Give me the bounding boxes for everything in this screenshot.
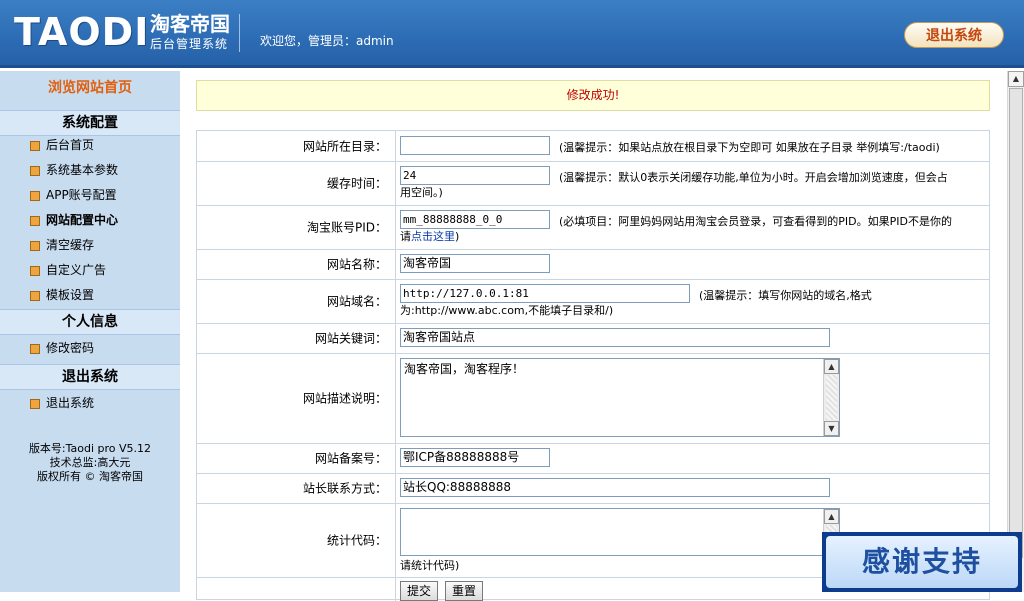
site-domain-label: 网站域名： <box>197 279 396 323</box>
reset-button[interactable]: 重置 <box>445 581 484 601</box>
taobao-pid-hint-line1: (必填项目：阿里妈妈网站用淘宝会员登录，可查看得到的PID。如果PID不是你的 <box>559 215 952 228</box>
site-dir-hint: (温馨提示：如果站点放在根目录下为空即可 如果放在子目录 举例填写:/taodi… <box>559 141 940 154</box>
icp-label: 网站备案号： <box>197 443 396 473</box>
form-row-site-keywords: 网站关键词： 淘客帝国站点 <box>197 323 989 354</box>
textarea-scrollbar[interactable]: ▲ ▼ <box>823 359 839 436</box>
stats-code-textarea[interactable]: ▲ <box>400 508 840 556</box>
bullet-icon <box>30 241 40 251</box>
sidebar-item-site-config[interactable]: 网站配置中心 <box>30 213 118 227</box>
logout-button[interactable]: 退出系统 <box>904 22 1004 48</box>
version-text: 版本号:Taodi pro V5.12 <box>28 442 152 455</box>
bullet-icon <box>30 291 40 301</box>
sidebar-section-system-config[interactable]: 系统配置 <box>0 110 180 136</box>
cache-time-hint-line2: 用空间。) <box>400 186 443 199</box>
sidebar-item-clear-cache[interactable]: 清空缓存 <box>30 238 94 252</box>
logo-subtitle: 后台管理系统 <box>150 37 229 51</box>
contact-label: 站长联系方式： <box>197 473 396 503</box>
page-scrollbar[interactable]: ▲ <box>1007 71 1024 592</box>
scroll-up-icon[interactable]: ▲ <box>824 359 839 374</box>
logo-divider <box>239 14 240 52</box>
stats-code-label: 统计代码： <box>197 503 396 577</box>
tech-director-text: 技术总监:高大元 <box>49 456 131 469</box>
success-notice: 修改成功! <box>196 80 990 111</box>
contact-input[interactable]: 站长QQ:88888888 <box>400 478 830 497</box>
sidebar-item-logout[interactable]: 退出系统 <box>30 396 94 410</box>
cache-time-hint-line1: (温馨提示：默认0表示关闭缓存功能,单位为小时。开启会增加浏览速度，但会占 <box>559 171 948 184</box>
thanks-support-badge: 感谢支持 <box>822 532 1022 592</box>
stats-code-hint: 请统计代码) <box>400 559 460 572</box>
form-row-icp: 网站备案号： 鄂ICP备88888888号 <box>197 443 989 474</box>
bullet-icon <box>30 344 40 354</box>
site-domain-hint-line2: 为:http://www.abc.com,不能填子目录和/) <box>400 304 614 317</box>
scroll-down-icon[interactable]: ▼ <box>824 421 839 436</box>
thanks-support-text: 感谢支持 <box>826 536 1018 588</box>
logo-text: TAODI <box>14 10 150 54</box>
taobao-pid-label: 淘宝账号PID： <box>197 205 396 249</box>
pid-help-link[interactable]: 点击这里 <box>411 230 455 243</box>
site-domain-input[interactable]: http://127.0.0.1:81 <box>400 284 690 303</box>
bullet-icon <box>30 399 40 409</box>
taobao-pid-hint-line2: 请点击这里) <box>400 230 460 243</box>
scroll-up-icon[interactable]: ▲ <box>824 509 839 524</box>
sidebar-item-admin-home[interactable]: 后台首页 <box>30 138 94 152</box>
site-description-label: 网站描述说明： <box>197 353 396 443</box>
site-keywords-label: 网站关键词： <box>197 323 396 353</box>
form-row-site-name: 网站名称： 淘客帝国 <box>197 249 989 280</box>
submit-button[interactable]: 提交 <box>400 581 439 601</box>
sidebar-item-custom-ads[interactable]: 自定义广告 <box>30 263 106 277</box>
bullet-icon <box>30 141 40 151</box>
sidebar-section-logout[interactable]: 退出系统 <box>0 364 180 390</box>
sidebar-item-change-password[interactable]: 修改密码 <box>30 341 94 355</box>
site-config-form: 网站所在目录： (温馨提示：如果站点放在根目录下为空即可 如果放在子目录 举例填… <box>196 130 990 601</box>
icp-input[interactable]: 鄂ICP备88888888号 <box>400 448 550 467</box>
site-dir-input[interactable] <box>400 136 550 155</box>
site-domain-hint-line1: (温馨提示：填写你网站的域名,格式 <box>699 289 872 302</box>
sidebar: 浏览网站首页 系统配置 后台首页 系统基本参数 APP账号配置 网站配置中心 清… <box>0 71 180 592</box>
cache-time-label: 缓存时间： <box>197 161 396 205</box>
sidebar-item-template-settings[interactable]: 模板设置 <box>30 288 94 302</box>
top-header: TAODI 淘客帝国 后台管理系统 欢迎您，管理员：admin 退出系统 <box>0 0 1024 68</box>
copyright-text: 版权所有 © 淘客帝国 <box>37 470 143 483</box>
sidebar-item-app-account[interactable]: APP账号配置 <box>30 188 117 202</box>
site-dir-label: 网站所在目录： <box>197 131 396 161</box>
form-row-cache-time: 缓存时间： 24 (温馨提示：默认0表示关闭缓存功能,单位为小时。开启会增加浏览… <box>197 161 989 206</box>
page-scroll-up-icon[interactable]: ▲ <box>1008 71 1024 87</box>
sidebar-home-link[interactable]: 浏览网站首页 <box>0 79 180 97</box>
logo-chinese-name: 淘客帝国 <box>150 12 230 36</box>
bullet-icon <box>30 216 40 226</box>
scroll-track[interactable] <box>826 375 837 420</box>
version-info: 版本号:Taodi pro V5.12 技术总监:高大元 版权所有 © 淘客帝国 <box>0 442 180 484</box>
page-scroll-thumb[interactable] <box>1009 88 1023 558</box>
bullet-icon <box>30 266 40 276</box>
form-row-site-domain: 网站域名： http://127.0.0.1:81 (温馨提示：填写你网站的域名… <box>197 279 989 324</box>
site-keywords-input[interactable]: 淘客帝国站点 <box>400 328 830 347</box>
form-row-contact: 站长联系方式： 站长QQ:88888888 <box>197 473 989 504</box>
actions-label-cell <box>197 577 396 601</box>
taobao-pid-input[interactable]: mm_88888888_0_0 <box>400 210 550 229</box>
sidebar-section-personal-info[interactable]: 个人信息 <box>0 309 180 335</box>
welcome-text: 欢迎您，管理员：admin <box>260 34 394 48</box>
form-row-site-dir: 网站所在目录： (温馨提示：如果站点放在根目录下为空即可 如果放在子目录 举例填… <box>197 131 989 162</box>
bullet-icon <box>30 191 40 201</box>
form-row-site-description: 网站描述说明： 淘客帝国，淘客程序！ ▲ ▼ <box>197 353 989 444</box>
form-row-taobao-pid: 淘宝账号PID： mm_88888888_0_0 (必填项目：阿里妈妈网站用淘宝… <box>197 205 989 250</box>
bullet-icon <box>30 166 40 176</box>
site-description-textarea[interactable]: 淘客帝国，淘客程序！ ▲ ▼ <box>400 358 840 437</box>
cache-time-input[interactable]: 24 <box>400 166 550 185</box>
site-name-label: 网站名称： <box>197 249 396 279</box>
sidebar-item-basic-params[interactable]: 系统基本参数 <box>30 163 118 177</box>
site-name-input[interactable]: 淘客帝国 <box>400 254 550 273</box>
